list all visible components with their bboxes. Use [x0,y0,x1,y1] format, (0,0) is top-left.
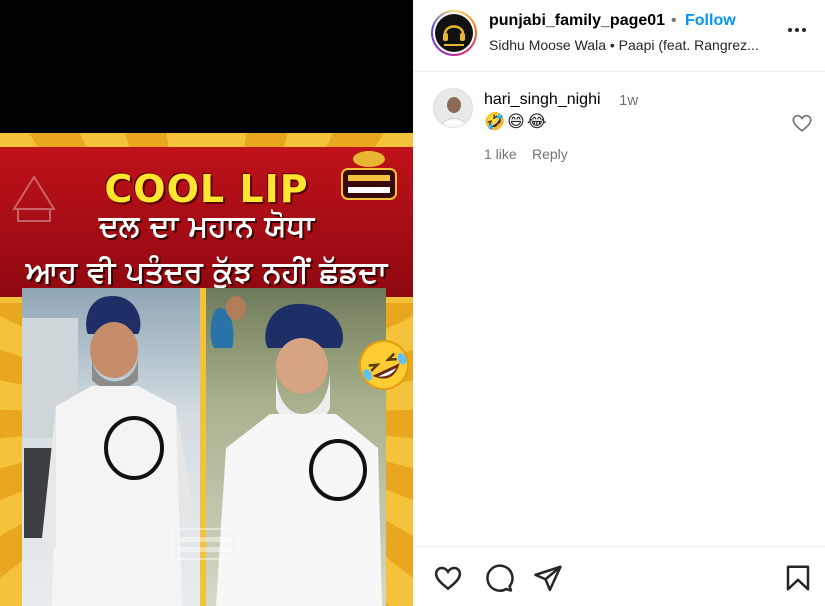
headphones-logo-icon [435,14,473,52]
bookmark-icon[interactable] [783,563,813,593]
comment-like-count[interactable]: 1 like [484,146,517,162]
headline-punjabi-line-1: ਦਲ ਦਾ ਮਹਾਨ ਯੋਧਾ [99,209,314,244]
post-media[interactable]: COOL LIP ਦਲ ਦਾ ਮਹਾਨ ਯੋਧਾ ਆਹ ਵੀ ਪਤੰਦਰ ਕੁੱ… [0,0,413,606]
author-username[interactable]: punjabi_family_page01 [489,12,665,30]
comment-text: 🤣😄😂 [484,112,549,131]
follow-button[interactable]: Follow [685,12,736,30]
more-horizontal-icon[interactable] [785,18,809,42]
heart-outline-icon[interactable] [433,563,463,593]
author-avatar[interactable] [431,10,477,56]
heart-outline-icon[interactable] [791,112,813,134]
post-details-panel: punjabi_family_page01 • Follow Sidhu Moo… [413,0,825,606]
paper-plane-icon[interactable] [533,563,563,593]
separator-dot: • [671,12,677,29]
post-header: punjabi_family_page01 • Follow Sidhu Moo… [413,0,825,72]
commenter-avatar[interactable] [433,88,473,128]
headline-punjabi-line-2: ਆਹ ਵੀ ਪਤੰਦਰ ਕੁੱਝ ਨਹੀਂ ਛੱਡਦਾ [25,255,388,290]
audio-track-link[interactable]: Sidhu Moose Wala • Paapi (feat. Rangrez.… [489,37,759,53]
rangla-punjab-logo [341,151,397,200]
comment-timestamp[interactable]: 1w [619,92,638,109]
comment-reply-button[interactable]: Reply [532,146,568,162]
rangla-punjab-watermark [171,528,239,560]
rolling-laughing-emoji-icon [359,340,409,390]
post-image[interactable]: COOL LIP ਦਲ ਦਾ ਮਹਾਨ ਯੋਧਾ ਆਹ ਵੀ ਪਤੰਦਰ ਕੁੱ… [0,133,413,606]
comment-bubble-icon[interactable] [484,563,514,593]
commenter-username[interactable]: hari_singh_nighi [484,91,601,109]
comment-item: hari_singh_nighi 1w 🤣😄😂 1 like Reply [433,88,813,168]
post-action-bar [413,546,825,606]
headline-banner: COOL LIP ਦਲ ਦਾ ਮਹਾਨ ਯੋਧਾ ਆਹ ਵੀ ਪਤੰਦਰ ਕੁੱ… [0,147,413,303]
